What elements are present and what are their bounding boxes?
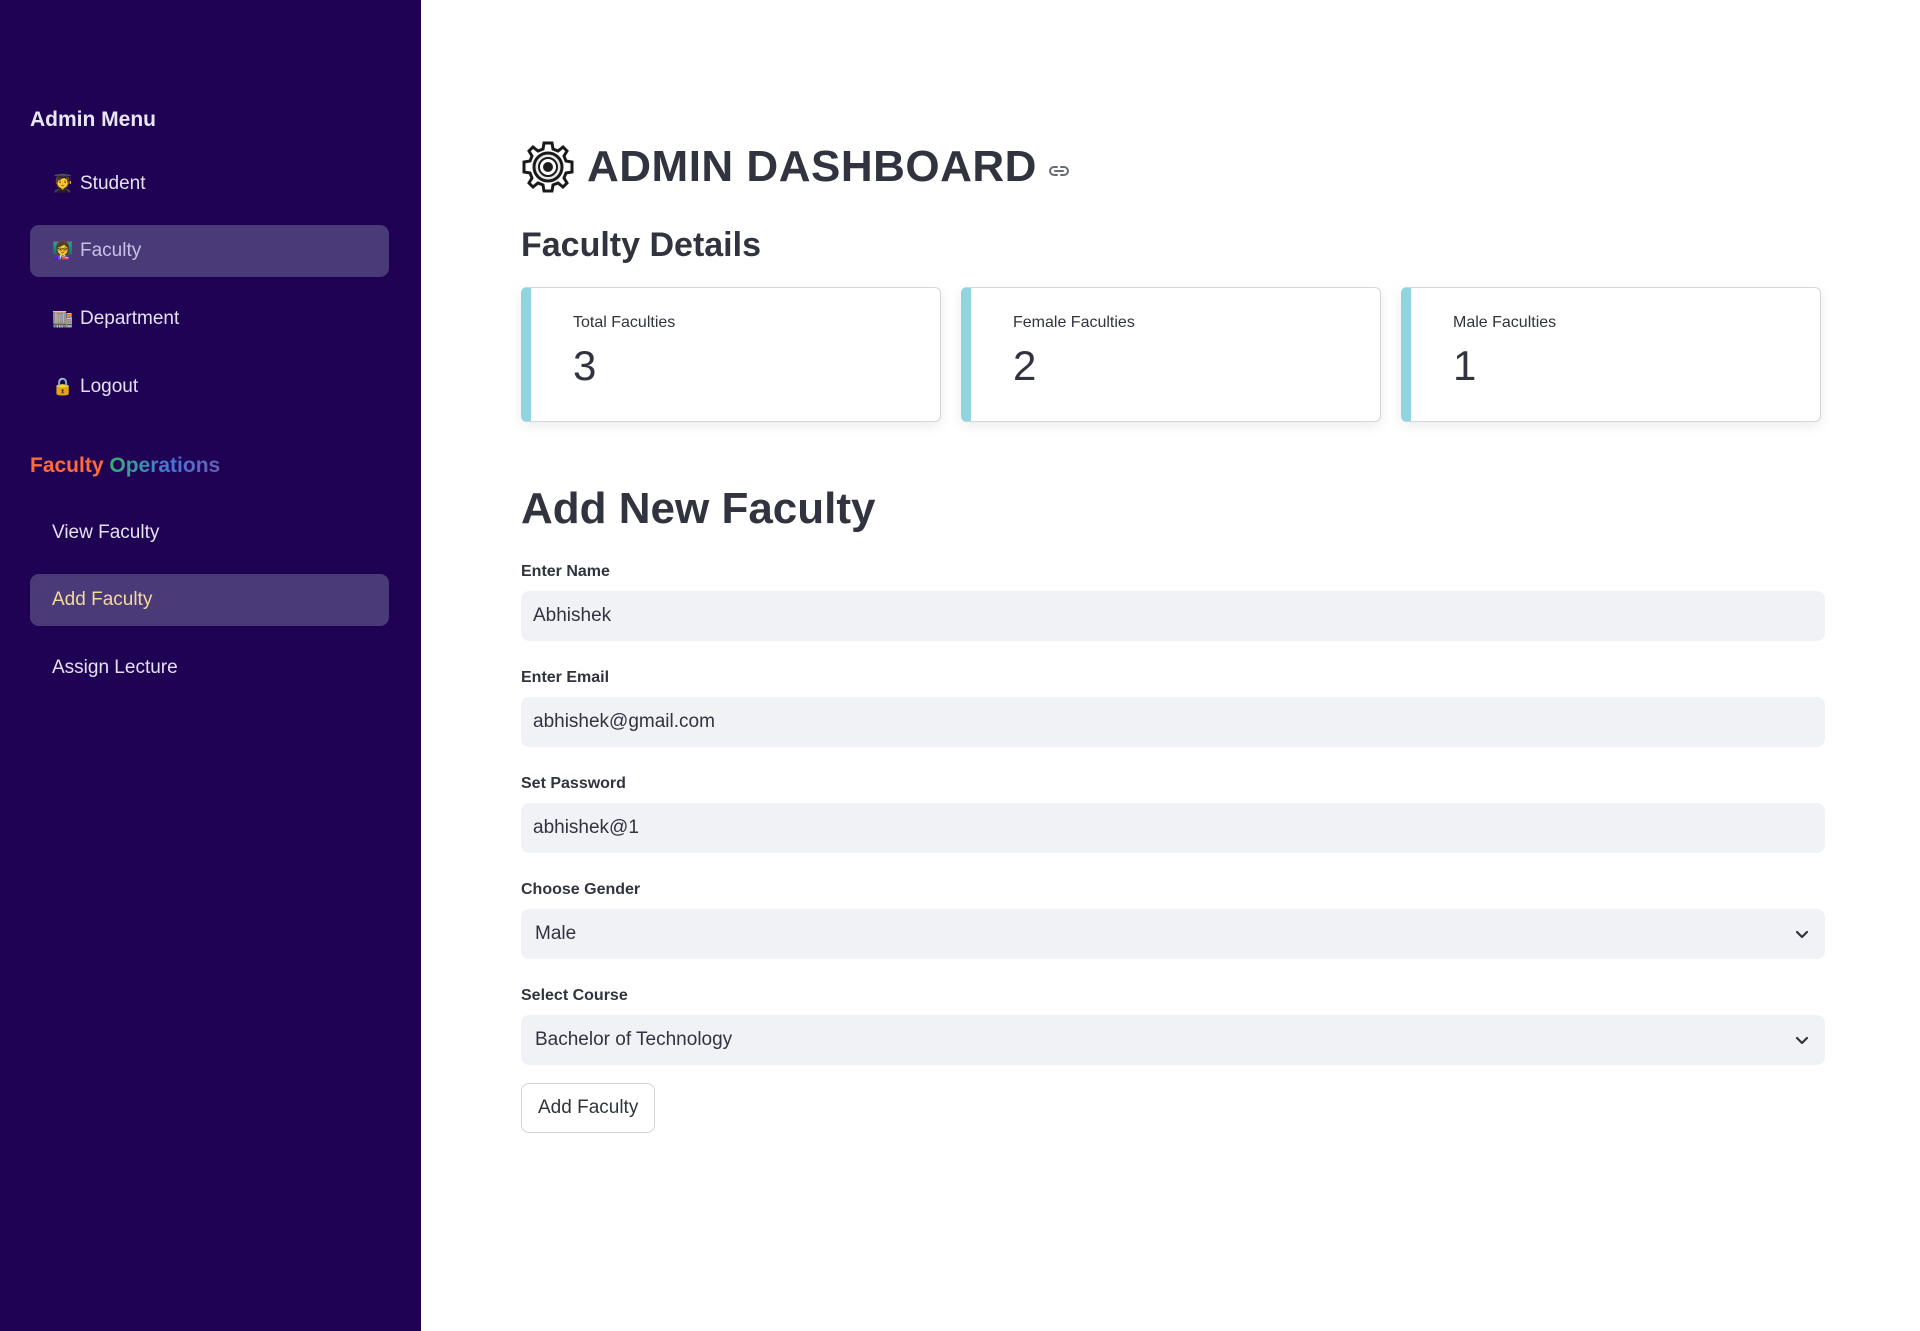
- sidebar-item-label: View Faculty: [52, 522, 160, 543]
- email-label: Enter Email: [521, 669, 610, 686]
- operations-title-part1: Faculty: [30, 454, 104, 477]
- password-input[interactable]: [521, 803, 1825, 853]
- sidebar-item-view-faculty[interactable]: View Faculty: [30, 507, 389, 559]
- sidebar-item-add-faculty[interactable]: Add Faculty: [30, 574, 389, 626]
- course-field: Select Course Bachelor of Technology: [521, 987, 1825, 1065]
- link-icon[interactable]: [1047, 159, 1071, 183]
- name-field: Enter Name: [521, 563, 1825, 641]
- lock-icon: 🔒: [52, 377, 74, 396]
- metric-label: Total Faculties: [573, 314, 676, 331]
- password-label: Set Password: [521, 775, 626, 792]
- course-label: Select Course: [521, 987, 628, 1004]
- course-selected-value: Bachelor of Technology: [535, 1029, 733, 1050]
- name-label: Enter Name: [521, 563, 610, 580]
- password-field: Set Password: [521, 775, 1825, 853]
- sidebar-item-label: Assign Lecture: [52, 657, 178, 678]
- sidebar: Admin Menu 🧑‍🎓 Student 👩‍🏫 Faculty 🏬 Dep…: [0, 0, 421, 1331]
- metric-label: Female Faculties: [1013, 314, 1135, 331]
- admin-menu-title: Admin Menu: [30, 108, 156, 131]
- teacher-icon: 👩‍🏫: [52, 241, 74, 260]
- gender-select[interactable]: Male: [521, 909, 1825, 959]
- metric-female-faculties: Female Faculties 2: [961, 287, 1381, 422]
- gender-selected-value: Male: [535, 923, 577, 944]
- sidebar-item-assign-lecture[interactable]: Assign Lecture: [30, 642, 389, 694]
- course-select[interactable]: Bachelor of Technology: [521, 1015, 1825, 1065]
- gender-label: Choose Gender: [521, 881, 641, 898]
- sidebar-item-department[interactable]: 🏬 Department: [30, 293, 389, 345]
- metric-value: 3: [573, 342, 597, 389]
- page-header: ADMIN DASHBOARD: [521, 140, 1071, 194]
- email-field: Enter Email: [521, 669, 1825, 747]
- add-faculty-form-title: Add New Faculty: [521, 484, 876, 533]
- sidebar-item-faculty[interactable]: 👩‍🏫 Faculty: [30, 225, 389, 277]
- name-input[interactable]: [521, 591, 1825, 641]
- sidebar-item-label: Department: [80, 308, 180, 329]
- chevron-down-icon: [1795, 930, 1809, 939]
- faculty-details-title: Faculty Details: [521, 226, 761, 264]
- metrics-row: Total Faculties 3 Female Faculties 2 Mal…: [521, 287, 1821, 422]
- sidebar-item-label: Add Faculty: [52, 589, 153, 610]
- email-input[interactable]: [521, 697, 1825, 747]
- faculty-operations-title: Faculty Operations: [30, 454, 220, 478]
- metric-total-faculties: Total Faculties 3: [521, 287, 941, 422]
- sidebar-item-label: Logout: [80, 376, 139, 397]
- sidebar-item-student[interactable]: 🧑‍🎓 Student: [30, 158, 389, 210]
- metric-value: 2: [1013, 342, 1037, 389]
- page-title: ADMIN DASHBOARD: [587, 142, 1037, 191]
- sidebar-item-label: Faculty: [80, 240, 142, 261]
- student-icon: 🧑‍🎓: [52, 174, 74, 193]
- department-icon: 🏬: [52, 309, 74, 328]
- gear-icon: [522, 141, 574, 193]
- sidebar-item-logout[interactable]: 🔒 Logout: [30, 361, 389, 413]
- gender-field: Choose Gender Male: [521, 881, 1825, 959]
- metric-label: Male Faculties: [1453, 314, 1557, 331]
- metric-male-faculties: Male Faculties 1: [1401, 287, 1821, 422]
- sidebar-item-label: Student: [80, 173, 146, 194]
- add-faculty-button[interactable]: Add Faculty: [521, 1083, 656, 1133]
- chevron-down-icon: [1795, 1036, 1809, 1045]
- operations-title-part2: Operations: [103, 454, 221, 477]
- metric-value: 1: [1453, 342, 1477, 389]
